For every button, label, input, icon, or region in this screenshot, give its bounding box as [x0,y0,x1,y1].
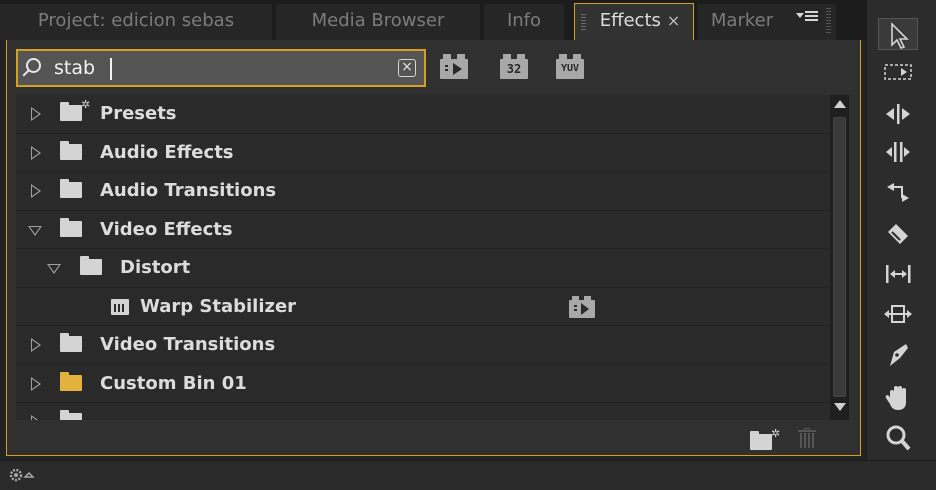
folder-icon [60,140,82,160]
disclosure-triangle-icon[interactable] [31,184,41,198]
disclosure-triangle-icon[interactable] [31,145,41,160]
chevron-down-icon [796,13,804,18]
tree-row-video-effects[interactable]: Video Effects [16,211,830,249]
tree-row-label: Audio Transitions [100,180,277,201]
slip-tool-button[interactable] [878,258,918,290]
folder-icon [60,179,82,198]
tree-row-audio-transitions[interactable]: Audio Transitions [16,172,830,211]
zoom-icon [886,425,911,451]
disclosure-triangle-icon[interactable] [31,338,41,352]
accelerated-effects-icon [440,59,468,79]
status-bar [0,460,936,490]
rate-stretch-icon [887,183,909,202]
razor-icon [888,224,908,244]
tree-row-label: Presets [100,103,177,124]
search-field[interactable]: stab × [16,49,426,87]
tab-effects-label: Effects [599,10,661,31]
selection-tool-button[interactable] [878,18,918,50]
effects-tree[interactable]: ✲ Presets Audio Effects Audio Transition… [16,95,830,420]
text-cursor [110,58,112,80]
clear-search-button[interactable]: × [398,59,416,77]
tree-row-label: Distort [120,257,191,278]
disclosure-triangle-icon[interactable] [28,225,42,236]
tab-marker[interactable]: Marker [698,4,786,40]
tree-row-label: Custom Bin 01 [100,372,247,394]
drag-grip-icon[interactable] [826,8,831,34]
panel-menu-button[interactable] [786,4,836,40]
selection-arrow-icon [891,22,909,49]
tree-row-video-transitions[interactable]: Video Transitions [16,326,830,365]
32bit-icon: 32 [500,59,528,79]
tree-row-presets[interactable]: ✲ Presets [16,95,830,134]
tree-row-label: Video Transitions [100,334,276,355]
search-input[interactable]: stab [54,57,95,79]
new-bin-icon: ✲ [750,427,780,450]
scrollbar-thumb[interactable] [833,117,846,397]
search-icon [26,58,41,73]
track-select-icon [884,64,912,80]
rate-stretch-tool-button[interactable] [878,176,918,208]
pen-icon [890,344,908,366]
gear-icon [9,468,35,482]
slide-tool-button[interactable] [878,298,918,330]
workspace-settings-button[interactable] [8,466,44,484]
tree-row-label: Video Effects [100,218,233,240]
tree-row-custom-bin[interactable]: Custom Bin 01 [16,365,830,403]
rolling-edit-icon [886,142,910,162]
tree-row-warp-stabilizer[interactable]: Warp Stabilizer [16,288,830,326]
hand-icon [885,386,906,410]
tree-row-audio-effects[interactable]: Audio Effects [16,134,830,172]
hand-tool-button[interactable] [878,382,918,414]
tree-row-label: Warp Stabilizer [140,295,297,317]
folder-icon [60,217,82,237]
custom-bin-folder-icon [60,371,82,391]
tree-row-label: Audio Effects [100,141,234,163]
accelerated-effect-icon [569,295,595,318]
ripple-edit-icon [886,104,910,124]
panel-tab-bar: Project: edicion sebas Media Browser Inf… [0,0,866,41]
disclosure-triangle-icon[interactable] [31,376,41,391]
folder-icon [60,410,82,420]
tab-project[interactable]: Project: edicion sebas [0,4,272,40]
disclosure-triangle-icon[interactable] [31,107,41,121]
tree-scrollbar[interactable] [830,95,849,420]
tab-media-browser[interactable]: Media Browser [276,4,480,40]
zoom-tool-button[interactable] [878,422,918,454]
tab-info[interactable]: Info [484,4,564,40]
tab-marker-label: Marker [710,10,774,31]
tab-effects[interactable]: Effects × [574,3,694,41]
panel-menu-icon [805,11,818,21]
32bit-effects-filter-button[interactable]: 32 [500,54,530,80]
accelerated-effects-filter-button[interactable] [440,54,470,80]
pen-tool-button[interactable] [878,338,918,370]
yuv-effects-filter-button[interactable]: YUV [556,54,586,80]
drag-grip-icon[interactable] [581,14,586,30]
effect-icon [111,298,129,315]
close-icon[interactable]: × [667,11,680,30]
razor-tool-button[interactable] [878,218,918,250]
trash-icon [800,433,814,448]
folder-icon [80,256,102,275]
tab-info-label: Info [506,10,542,31]
tab-media-browser-label: Media Browser [311,10,445,31]
disclosure-triangle-icon[interactable] [31,415,41,420]
tree-row-distort[interactable]: Distort [16,249,830,288]
slide-icon [884,305,912,323]
preset-folder-icon: ✲ [60,98,90,121]
scroll-up-icon[interactable] [834,100,846,108]
tree-row-partial[interactable] [16,403,830,420]
new-custom-bin-button[interactable]: ✲ [750,427,780,450]
effects-panel: stab × 32 YUV ✲ Presets Audio Effects Au… [6,40,861,456]
tab-project-label: Project: edicion sebas [37,10,235,31]
ripple-edit-tool-button[interactable] [878,98,918,130]
delete-button[interactable] [798,428,816,450]
slip-icon [886,265,911,283]
disclosure-triangle-icon[interactable] [47,264,61,274]
rolling-edit-tool-button[interactable] [878,136,918,168]
tools-panel [866,0,936,460]
folder-icon [60,333,82,352]
scroll-down-icon[interactable] [834,403,846,411]
yuv-icon: YUV [556,59,584,79]
track-select-tool-button[interactable] [878,56,918,88]
